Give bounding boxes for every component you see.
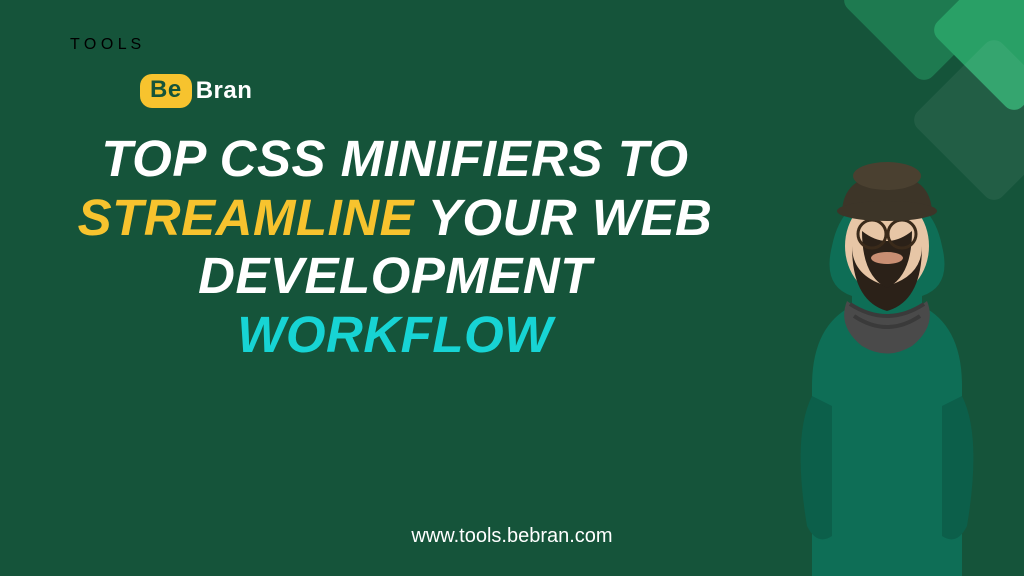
logo-subtext: T O O L S (70, 36, 141, 54)
logo-be: Be (140, 74, 192, 108)
headline-line-3: DEVELOPMENT WORKFLOW (35, 247, 755, 364)
headline-text: TOP CSS MINIFIERS TO (101, 130, 688, 187)
logo-bran: Bran (196, 77, 253, 105)
headline-text: DEVELOPMENT (198, 247, 592, 304)
headline-line-1: TOP CSS MINIFIERS TO (35, 130, 755, 189)
logo: Be Bran T O O L S (70, 36, 141, 54)
headline: TOP CSS MINIFIERS TO STREAMLINE YOUR WEB… (35, 130, 755, 365)
person-photo (762, 76, 1012, 576)
headline-highlight-cyan: WORKFLOW (237, 306, 553, 363)
headline-text: YOUR WEB (414, 189, 712, 246)
headline-highlight-yellow: STREAMLINE (78, 189, 415, 246)
headline-line-2: STREAMLINE YOUR WEB (35, 189, 755, 248)
